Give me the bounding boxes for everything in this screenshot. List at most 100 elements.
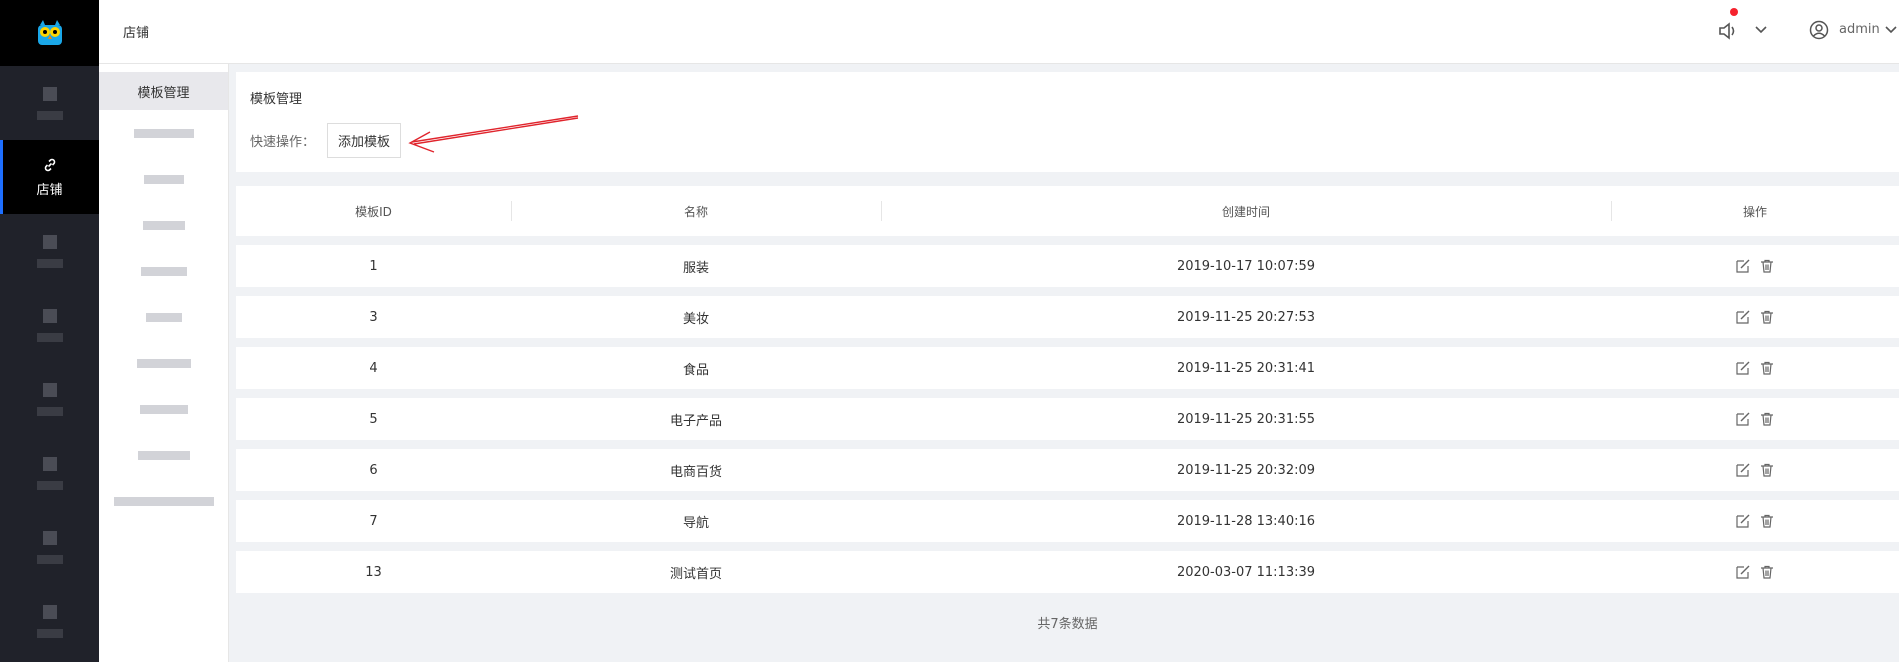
cell-actions: [1611, 309, 1899, 325]
table-row: 1 服装 2019-10-17 10:07:59: [236, 245, 1899, 287]
blurred-label: [136, 358, 191, 368]
nav-item-5[interactable]: [0, 362, 99, 436]
chevron-down-icon[interactable]: [1754, 22, 1768, 36]
template-panel: 模板管理 快速操作： 添加模板: [236, 72, 1899, 172]
quick-actions-label: 快速操作：: [250, 135, 316, 150]
top-header: 店铺 admin: [99, 0, 1899, 64]
subnav-item-6[interactable]: [99, 294, 228, 340]
blurred-label: [142, 220, 185, 230]
quick-actions: 快速操作： 添加模板: [250, 123, 1885, 158]
subnav-item-template-management[interactable]: 模板管理: [99, 72, 228, 110]
delete-icon[interactable]: [1759, 564, 1775, 580]
cell-actions: [1611, 462, 1899, 478]
sub-nav: 模板管理: [99, 64, 229, 662]
blurred-label: [113, 496, 214, 506]
blurred-label: [36, 480, 63, 490]
table-row: 13 测试首页 2020-03-07 11:13:39: [236, 551, 1899, 593]
username[interactable]: admin: [1839, 22, 1880, 37]
subnav-item-9[interactable]: [99, 432, 228, 478]
blurred-icon: [42, 604, 57, 619]
edit-icon[interactable]: [1735, 462, 1751, 478]
blurred-label: [133, 128, 194, 138]
blurred-label: [140, 266, 187, 276]
blurred-label: [137, 450, 190, 460]
table-row: 3 美妆 2019-11-25 20:27:53: [236, 296, 1899, 338]
cell-id: 7: [369, 513, 378, 529]
user-avatar-icon[interactable]: [1809, 20, 1829, 40]
table-row: 4 食品 2019-11-25 20:31:41: [236, 347, 1899, 389]
cell-name: 电商百货: [669, 464, 722, 480]
blurred-label: [139, 404, 188, 414]
cell-created: 2019-11-25 20:31:55: [1176, 411, 1316, 427]
nav-item-shop-label: 店铺: [36, 182, 63, 198]
subnav-item-7[interactable]: [99, 340, 228, 386]
nav-item-7[interactable]: [0, 510, 99, 584]
nav-item-1[interactable]: [0, 66, 99, 140]
blurred-icon: [42, 382, 57, 397]
table-body: 1 服装 2019-10-17 10:07:59 3 美妆 2019-11-25 20:2…: [236, 245, 1899, 593]
cell-name: 服装: [682, 260, 709, 276]
panel-title: 模板管理: [250, 92, 303, 107]
blurred-label: [36, 332, 63, 342]
delete-icon[interactable]: [1759, 513, 1775, 529]
app-logo[interactable]: [0, 0, 99, 66]
nav-item-shop[interactable]: 店铺: [0, 140, 99, 214]
table-row: 5 电子产品 2019-11-25 20:31:55: [236, 398, 1899, 440]
blurred-icon: [42, 530, 57, 545]
delete-icon[interactable]: [1759, 462, 1775, 478]
cell-id: 3: [369, 309, 378, 325]
breadcrumb: 店铺: [123, 26, 150, 41]
cell-created: 2019-11-25 20:32:09: [1176, 462, 1316, 478]
cell-actions: [1611, 513, 1899, 529]
cell-id: 13: [365, 564, 382, 580]
main-content: 模板管理 快速操作： 添加模板 模板ID 名称 创建时间 操作 1 服装 2019-…: [236, 72, 1899, 632]
table-row: 6 电商百货 2019-11-25 20:32:09: [236, 449, 1899, 491]
edit-icon[interactable]: [1735, 411, 1751, 427]
nav-item-8[interactable]: [0, 584, 99, 658]
column-header-id: 模板ID: [355, 204, 392, 219]
subnav-item-2[interactable]: [99, 110, 228, 156]
cell-actions: [1611, 411, 1899, 427]
blurred-label: [36, 406, 63, 416]
blurred-label: [36, 554, 63, 564]
cell-id: 5: [369, 411, 378, 427]
delete-icon[interactable]: [1759, 309, 1775, 325]
cell-name: 食品: [682, 362, 709, 378]
subnav-item-3[interactable]: [99, 156, 228, 202]
subnav-item-10[interactable]: [99, 478, 228, 524]
delete-icon[interactable]: [1759, 360, 1775, 376]
blurred-icon: [42, 86, 57, 101]
edit-icon[interactable]: [1735, 309, 1751, 325]
notification-dot: [1730, 8, 1738, 16]
table-row: 7 导航 2019-11-28 13:40:16: [236, 500, 1899, 542]
subnav-item-5[interactable]: [99, 248, 228, 294]
column-header-actions: 操作: [1611, 200, 1899, 221]
blurred-icon: [42, 456, 57, 471]
blurred-icon: [42, 234, 57, 249]
nav-item-4[interactable]: [0, 288, 99, 362]
edit-icon[interactable]: [1735, 258, 1751, 274]
cell-created: 2019-11-25 20:27:53: [1176, 309, 1316, 325]
edit-icon[interactable]: [1735, 513, 1751, 529]
delete-icon[interactable]: [1759, 258, 1775, 274]
delete-icon[interactable]: [1759, 411, 1775, 427]
edit-icon[interactable]: [1735, 564, 1751, 580]
speaker-icon[interactable]: [1716, 18, 1742, 44]
column-header-created: 创建时间: [881, 200, 1611, 221]
subnav-item-4[interactable]: [99, 202, 228, 248]
blurred-icon: [42, 308, 57, 323]
nav-item-3[interactable]: [0, 214, 99, 288]
table-total: 共7条数据: [1037, 617, 1098, 632]
blurred-label: [36, 110, 63, 120]
add-template-button[interactable]: 添加模板: [327, 123, 402, 158]
table-header: 模板ID 名称 创建时间 操作: [236, 186, 1899, 236]
cell-actions: [1611, 360, 1899, 376]
edit-icon[interactable]: [1735, 360, 1751, 376]
chevron-down-icon[interactable]: [1884, 22, 1898, 36]
main-nav: 店铺: [0, 0, 99, 662]
blurred-label: [145, 312, 182, 322]
nav-item-6[interactable]: [0, 436, 99, 510]
blurred-label: [36, 258, 63, 268]
cell-created: 2019-10-17 10:07:59: [1176, 258, 1316, 274]
subnav-item-8[interactable]: [99, 386, 228, 432]
